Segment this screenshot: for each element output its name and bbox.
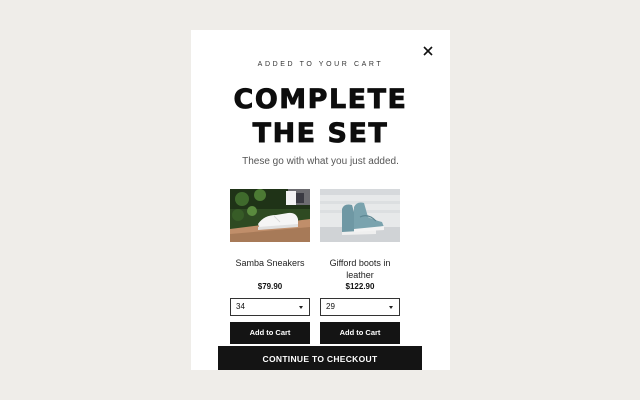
product-image-teal-boots[interactable] <box>320 189 400 242</box>
modal-title-line-1: COMPLETE <box>233 84 408 116</box>
product-image-white-sneakers[interactable] <box>230 189 310 242</box>
product-name[interactable]: Gifford boots in leather <box>320 257 400 281</box>
size-select[interactable]: 29 <box>320 298 400 316</box>
product-card: Samba Sneakers $79.90 34 Add to Cart <box>230 189 310 344</box>
continue-to-checkout-button[interactable]: CONTINUE TO CHECKOUT <box>218 346 422 370</box>
chevron-down-icon <box>299 306 303 309</box>
modal-title-line-2: THE SET <box>252 118 389 150</box>
product-price: $122.90 <box>345 282 375 291</box>
add-to-cart-button[interactable]: Add to Cart <box>230 322 310 344</box>
close-icon <box>423 46 433 56</box>
chevron-down-icon <box>389 306 393 309</box>
modal-eyebrow: ADDED TO YOUR CART <box>257 61 384 68</box>
size-select[interactable]: 34 <box>230 298 310 316</box>
product-price: $79.90 <box>257 282 283 291</box>
close-button[interactable] <box>420 43 436 59</box>
add-to-cart-button[interactable]: Add to Cart <box>320 322 400 344</box>
product-name[interactable]: Samba Sneakers <box>230 257 310 281</box>
modal-title: COMPLETE THE SET <box>191 83 450 151</box>
size-select-value: 29 <box>326 302 335 311</box>
modal-subtitle: These go with what you just added. <box>242 156 399 167</box>
size-select-value: 34 <box>236 302 245 311</box>
upsell-modal: ADDED TO YOUR CART COMPLETE THE SET Thes… <box>191 30 450 370</box>
product-card: Gifford boots in leather $122.90 29 Add … <box>320 189 400 344</box>
